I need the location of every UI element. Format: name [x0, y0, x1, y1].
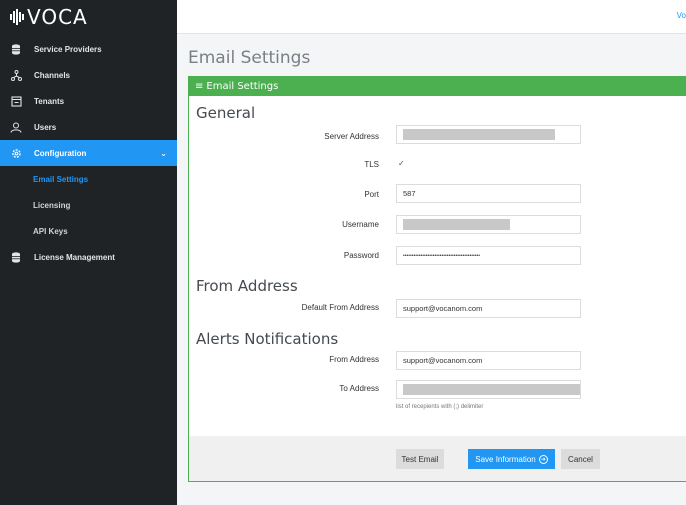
- form-footer: Test Email Save Information ➜ Cancel: [189, 436, 686, 481]
- server-address-input[interactable]: [396, 125, 581, 144]
- tls-checkbox[interactable]: ✓: [398, 160, 406, 168]
- save-information-button[interactable]: Save Information ➜: [468, 449, 555, 469]
- section-general-title: General: [196, 104, 256, 122]
- database-icon: [10, 251, 22, 263]
- password-label: Password: [343, 251, 379, 260]
- redacted-value: [403, 384, 580, 395]
- server-address-label: Server Address: [324, 132, 379, 141]
- default-from-address-label: Default From Address: [301, 303, 379, 312]
- sidebar-item-configuration[interactable]: Configuration ⌄: [0, 140, 177, 166]
- logo[interactable]: VOCA: [0, 0, 177, 34]
- redacted-value: [403, 219, 510, 230]
- cancel-label: Cancel: [568, 454, 593, 464]
- test-email-label: Test Email: [401, 454, 439, 464]
- sidebar-item-label: Tenants: [34, 96, 65, 106]
- sidebar-item-license-management[interactable]: License Management: [0, 244, 177, 270]
- username-input[interactable]: [396, 215, 581, 234]
- port-label: Port: [364, 190, 379, 199]
- tenant-icon: [10, 95, 22, 107]
- username-label: Username: [342, 220, 379, 229]
- gear-icon: [10, 147, 22, 159]
- alerts-from-address-input[interactable]: support@vocanom.com: [396, 351, 581, 370]
- default-from-address-value: support@vocanom.com: [403, 304, 483, 313]
- port-input[interactable]: 587: [396, 184, 581, 203]
- network-icon: [10, 69, 22, 81]
- user-menu[interactable]: Vo: [677, 11, 686, 20]
- sidebar-item-label: Configuration: [34, 148, 87, 158]
- alerts-from-address-value: support@vocanom.com: [403, 356, 483, 365]
- cancel-button[interactable]: Cancel: [561, 449, 600, 469]
- tls-label: TLS: [364, 160, 379, 169]
- sidebar-item-label: Channels: [34, 70, 71, 80]
- sidebar-item-label: Service Providers: [34, 44, 102, 54]
- sidebar-item-service-providers[interactable]: Service Providers: [0, 36, 177, 62]
- default-from-address-input[interactable]: support@vocanom.com: [396, 299, 581, 318]
- arrow-right-circle-icon: ➜: [538, 454, 548, 464]
- page-title: Email Settings: [188, 48, 311, 68]
- sidebar-item-tenants[interactable]: Tenants: [0, 88, 177, 114]
- top-bar: Vo: [177, 0, 686, 34]
- sidebar-item-label: License Management: [34, 252, 115, 262]
- section-alerts-title: Alerts Notifications: [196, 330, 339, 348]
- email-settings-panel: ≡ Email Settings General Server Address …: [188, 76, 686, 482]
- test-email-button[interactable]: Test Email: [396, 449, 444, 469]
- sidebar-item-channels[interactable]: Channels: [0, 62, 177, 88]
- redacted-value: [403, 129, 555, 140]
- sidebar-item-label: Users: [34, 122, 57, 132]
- save-information-label: Save Information: [475, 454, 536, 464]
- database-icon: [10, 43, 22, 55]
- to-address-label: To Address: [339, 384, 379, 393]
- sidebar-subitem-email-settings[interactable]: Email Settings: [0, 166, 177, 192]
- to-address-input[interactable]: [396, 380, 581, 399]
- section-from-address-title: From Address: [196, 277, 298, 295]
- chevron-down-icon: ⌄: [160, 148, 167, 158]
- password-value: ••••••••••••••••••••••••••••••••••••••••…: [403, 252, 481, 259]
- list-icon: ≡: [195, 81, 204, 92]
- sidebar: VOCA Service Providers Channels Tenants …: [0, 0, 177, 505]
- panel-header: ≡ Email Settings: [189, 77, 686, 96]
- sidebar-subitem-api-keys[interactable]: API Keys: [0, 218, 177, 244]
- password-input[interactable]: ••••••••••••••••••••••••••••••••••••••••…: [396, 246, 581, 265]
- logo-text: VOCA: [27, 5, 88, 29]
- logo-wave-icon: [10, 9, 24, 25]
- to-address-hint: list of recepients with (;) delimiter: [396, 404, 484, 410]
- alerts-from-address-label: From Address: [329, 355, 379, 364]
- users-icon: [10, 121, 22, 133]
- sidebar-nav: Service Providers Channels Tenants Users…: [0, 36, 177, 270]
- sidebar-item-users[interactable]: Users: [0, 114, 177, 140]
- sidebar-subitem-licensing[interactable]: Licensing: [0, 192, 177, 218]
- port-value: 587: [403, 189, 416, 198]
- panel-header-title: Email Settings: [206, 81, 279, 92]
